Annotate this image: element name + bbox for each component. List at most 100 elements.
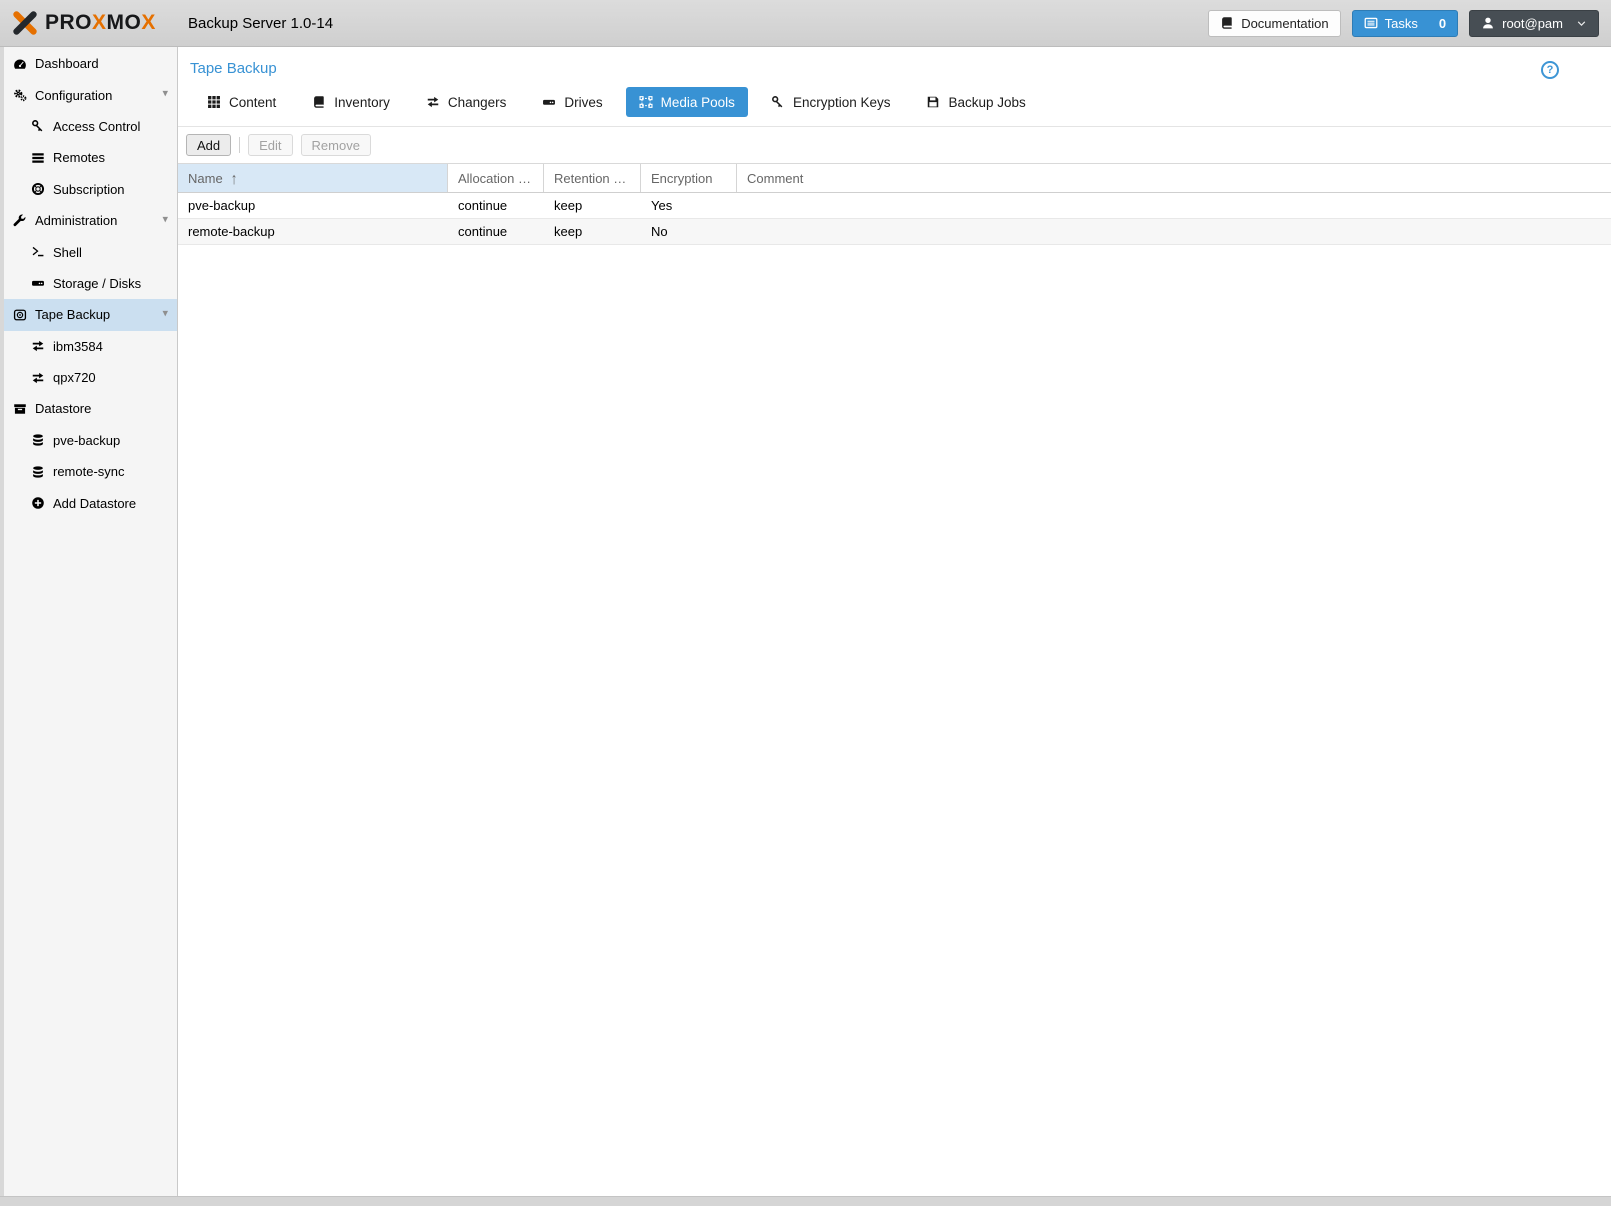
tab-encryption-keys[interactable]: Encryption Keys <box>758 87 904 117</box>
tasks-count-badge: 0 <box>1439 16 1446 31</box>
table-row-remote-backup[interactable]: remote-backup continue keep No <box>178 219 1611 245</box>
wrench-icon <box>13 214 27 228</box>
sidebar-item-label: Remotes <box>53 150 105 165</box>
gears-icon <box>13 88 27 102</box>
remove-button[interactable]: Remove <box>301 134 371 156</box>
column-header-comment[interactable]: Comment <box>737 164 1611 192</box>
user-icon <box>1481 16 1495 30</box>
column-label: Allocation … <box>458 171 531 186</box>
toolbar-separator <box>239 137 240 153</box>
sidebar-item-access-control[interactable]: Access Control <box>4 111 177 142</box>
sidebar-item-remote-sync[interactable]: remote-sync <box>4 456 177 487</box>
bottom-window-strip <box>0 1196 1611 1206</box>
sidebar-item-ibm3584[interactable]: ibm3584 <box>4 331 177 362</box>
sidebar-item-label: Access Control <box>53 119 140 134</box>
tab-drives[interactable]: Drives <box>529 87 615 117</box>
cell-allocation: continue <box>448 198 544 213</box>
cell-name: remote-backup <box>178 224 448 239</box>
tab-media-pools[interactable]: Media Pools <box>626 87 748 117</box>
tasks-button[interactable]: Tasks 0 <box>1352 10 1458 37</box>
sidebar-item-label: Dashboard <box>35 56 99 71</box>
column-header-allocation[interactable]: Allocation … <box>448 164 544 192</box>
tab-label: Inventory <box>334 95 390 110</box>
page-title: Tape Backup <box>190 60 277 77</box>
sidebar-item-label: Shell <box>53 245 82 260</box>
tasks-label: Tasks <box>1385 16 1418 31</box>
add-button[interactable]: Add <box>186 134 231 156</box>
panel-header: Tape Backup ? <box>178 47 1611 80</box>
grid-th-icon <box>207 95 221 109</box>
tab-label: Encryption Keys <box>793 95 891 110</box>
sidebar-item-label: Storage / Disks <box>53 276 141 291</box>
sidebar-item-label: qpx720 <box>53 370 96 385</box>
tab-content[interactable]: Content <box>194 87 289 117</box>
life-ring-icon <box>31 182 45 196</box>
database-icon <box>31 465 45 479</box>
column-label: Retention … <box>554 171 626 186</box>
column-label: Encryption <box>651 171 712 186</box>
chevron-down-icon <box>1576 18 1587 29</box>
tab-changers[interactable]: Changers <box>413 87 520 117</box>
save-floppy-icon <box>926 95 940 109</box>
table-header-row: Name ↑ Allocation … Retention … Encrypti… <box>178 164 1611 193</box>
proxmox-backup-server-window: PROXMOX Backup Server 1.0-14 Documentati… <box>0 0 1611 1206</box>
sidebar-item-qpx720[interactable]: qpx720 <box>4 362 177 393</box>
tab-label: Content <box>229 95 276 110</box>
sidebar-item-subscription[interactable]: Subscription <box>4 174 177 205</box>
cell-retention: keep <box>544 224 641 239</box>
sidebar-item-label: Subscription <box>53 182 125 197</box>
hdd-icon <box>542 95 556 109</box>
user-label: root@pam <box>1502 16 1563 31</box>
documentation-label: Documentation <box>1241 16 1328 31</box>
navigation-sidebar: Dashboard Configuration ▾ Access Control… <box>0 47 178 1196</box>
sidebar-item-tape-backup[interactable]: Tape Backup ▾ <box>4 299 177 330</box>
sort-ascending-icon: ↑ <box>231 169 238 188</box>
collapse-chevron-icon[interactable]: ▾ <box>162 89 168 100</box>
sidebar-item-remotes[interactable]: Remotes <box>4 142 177 173</box>
sidebar-item-label: pve-backup <box>53 433 120 448</box>
documentation-button[interactable]: Documentation <box>1208 10 1340 37</box>
user-menu-button[interactable]: root@pam <box>1469 10 1599 37</box>
proxmox-x-mark-icon <box>12 10 38 36</box>
sidebar-item-pve-backup[interactable]: pve-backup <box>4 425 177 456</box>
edit-button[interactable]: Edit <box>248 134 292 156</box>
table-row-pve-backup[interactable]: pve-backup continue keep Yes <box>178 193 1611 219</box>
sidebar-item-dashboard[interactable]: Dashboard <box>4 48 177 79</box>
column-header-retention[interactable]: Retention … <box>544 164 641 192</box>
column-label: Name <box>188 171 223 186</box>
tab-label: Media Pools <box>661 95 735 110</box>
main-content-panel: Tape Backup ? Content Inventory Changers <box>178 47 1611 1196</box>
sidebar-item-label: ibm3584 <box>53 339 103 354</box>
sidebar-item-label: remote-sync <box>53 464 125 479</box>
tab-backup-jobs[interactable]: Backup Jobs <box>913 87 1038 117</box>
archive-box-icon <box>13 402 27 416</box>
column-header-name[interactable]: Name ↑ <box>178 164 448 192</box>
sidebar-item-add-datastore[interactable]: Add Datastore <box>4 487 177 518</box>
terminal-icon <box>31 245 45 259</box>
media-pools-toolbar: Add Edit Remove <box>178 127 1611 163</box>
column-header-encryption[interactable]: Encryption <box>641 164 737 192</box>
tab-inventory[interactable]: Inventory <box>299 87 403 117</box>
proxmox-logo-text: PROXMOX <box>45 11 156 35</box>
sidebar-item-shell[interactable]: Shell <box>4 236 177 267</box>
help-icon[interactable]: ? <box>1541 61 1559 79</box>
sidebar-item-datastore[interactable]: Datastore <box>4 393 177 424</box>
sidebar-item-configuration[interactable]: Configuration ▾ <box>4 79 177 110</box>
hdd-icon <box>31 276 45 290</box>
media-pools-table: Name ↑ Allocation … Retention … Encrypti… <box>178 163 1611 245</box>
cell-allocation: continue <box>448 224 544 239</box>
cell-name: pve-backup <box>178 198 448 213</box>
sidebar-item-label: Add Datastore <box>53 496 136 511</box>
tape-backup-tabbar: Content Inventory Changers Drives Media … <box>178 80 1611 127</box>
collapse-chevron-icon[interactable]: ▾ <box>162 214 168 225</box>
exchange-arrows-icon <box>31 371 45 385</box>
sidebar-item-administration[interactable]: Administration ▾ <box>4 205 177 236</box>
collapse-chevron-icon[interactable]: ▾ <box>162 308 168 319</box>
book-icon <box>1220 16 1234 30</box>
cell-retention: keep <box>544 198 641 213</box>
sidebar-item-label: Administration <box>35 213 117 228</box>
column-label: Comment <box>747 171 803 186</box>
sidebar-item-storage-disks[interactable]: Storage / Disks <box>4 268 177 299</box>
app-title: Backup Server 1.0-14 <box>188 15 333 32</box>
tab-label: Drives <box>564 95 602 110</box>
